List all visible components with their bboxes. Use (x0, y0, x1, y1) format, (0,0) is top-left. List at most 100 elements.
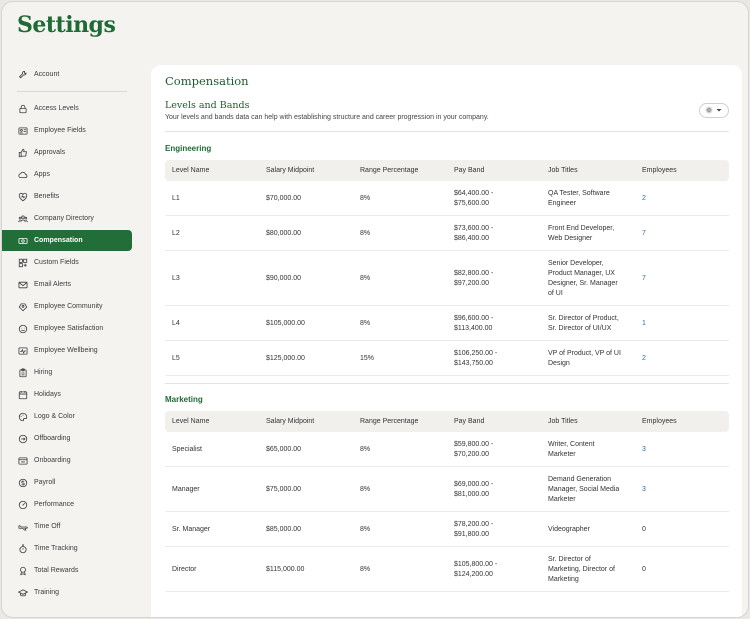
sidebar-item-label: Offboarding (34, 435, 71, 442)
dollar-icon (18, 478, 28, 488)
gauge-icon (18, 500, 28, 510)
sidebar-item-employee-fields[interactable]: Employee Fields (2, 120, 132, 141)
sidebar-item-label: Employee Wellbeing (34, 347, 98, 354)
sidebar-item-performance[interactable]: Performance (2, 494, 132, 515)
cell-line: $97,200.00 (454, 279, 490, 287)
section-divider (165, 131, 729, 132)
table-row[interactable]: Manager $75,000.00 8% $69,000.00 - $81,000.0… (165, 467, 729, 512)
sidebar-item-offboarding[interactable]: Offboarding (2, 428, 132, 449)
table-row[interactable]: Director $115,000.00 8% $105,800.00 - $124,2… (165, 547, 729, 592)
graduation-icon (18, 588, 28, 598)
column-header-pay-band[interactable]: Pay Band (454, 166, 484, 176)
column-header-salary-midpoint[interactable]: Salary Midpoint (266, 417, 314, 427)
sidebar-item-label: Time Tracking (34, 545, 78, 552)
sidebar-item-label: Payroll (34, 479, 56, 486)
sidebar-item-account[interactable]: Account (2, 64, 132, 85)
cell-pay-band: $69,000.00 - $81,000.00 (454, 480, 493, 500)
column-header-pay-band[interactable]: Pay Band (454, 417, 484, 427)
sidebar-item-label: Performance (34, 501, 75, 508)
cell-range-percentage: 8% (360, 229, 371, 237)
app-title: Settings (17, 12, 116, 38)
column-header-salary-midpoint[interactable]: Salary Midpoint (266, 166, 314, 176)
cell-line: VP of Product, VP of UI (548, 349, 621, 357)
sidebar-item-logo-and-color[interactable]: Logo & Color (2, 406, 132, 427)
table-row[interactable]: L2 $80,000.00 8% $73,600.00 - $86,400.00 Fron… (165, 216, 729, 251)
cell-employees[interactable]: 3 (642, 445, 646, 455)
cell-pay-band: $106,250.00 - $143,750.00 (454, 349, 497, 369)
table-row[interactable]: Sr. Manager $85,000.00 8% $78,200.00 - $91,8… (165, 512, 729, 547)
settings-dropdown-button[interactable] (699, 103, 729, 118)
cell-employees[interactable]: 7 (642, 229, 646, 239)
sidebar-item-total-rewards[interactable]: Total Rewards (2, 560, 132, 581)
table-row[interactable]: L1 $70,000.00 8% $64,400.00 - $75,600.00 QA T… (165, 181, 729, 216)
cell-job-titles: Demand Generation Manager, Social Media Ma… (548, 475, 619, 505)
column-header-employees[interactable]: Employees (642, 417, 677, 427)
column-header-job-titles[interactable]: Job Titles (548, 417, 578, 427)
sidebar-item-employee-wellbeing[interactable]: Employee Wellbeing (2, 340, 132, 361)
sidebar-item-custom-fields[interactable]: Custom Fields (2, 252, 132, 273)
column-header-employees[interactable]: Employees (642, 166, 677, 176)
table-row[interactable]: L3 $90,000.00 8% $82,800.00 - $97,200.00 Seni… (165, 251, 729, 306)
column-header-range-percentage[interactable]: Range Percentage (360, 166, 418, 176)
cell-range-percentage: 8% (360, 565, 371, 573)
sidebar-item-holidays[interactable]: Holidays (2, 384, 132, 405)
palette-icon (18, 412, 28, 422)
cell-line: $96,600.00 - (454, 314, 494, 322)
section-title: Levels and Bands (165, 100, 250, 111)
sidebar-item-compensation[interactable]: Compensation (2, 230, 132, 251)
cell-level-name: L2 (172, 229, 180, 237)
cell-level-name: Director (172, 565, 197, 573)
sidebar-item-label: Training (34, 589, 60, 596)
sidebar-item-label: Apps (34, 171, 50, 178)
column-header-job-titles[interactable]: Job Titles (548, 166, 578, 176)
cell-job-titles: Writer, Content Marketer (548, 440, 595, 460)
column-header-level-name[interactable]: Level Name (172, 166, 209, 176)
cell-line: Product Manager, UX (548, 269, 615, 277)
table-row[interactable]: L5 $125,000.00 15% $106,250.00 - $143,750.00… (165, 341, 729, 376)
cell-salary-midpoint: $90,000.00 (266, 274, 302, 282)
cell-employees[interactable]: 7 (642, 274, 646, 284)
cell-employees[interactable]: 2 (642, 194, 646, 204)
sidebar-item-apps[interactable]: Apps (2, 164, 132, 185)
cell-job-titles: QA Tester, Software Engineer (548, 189, 610, 209)
cell-line: QA Tester, Software (548, 189, 610, 197)
sidebar-item-onboarding[interactable]: Onboarding (2, 450, 132, 471)
sidebar-item-time-tracking[interactable]: Time Tracking (2, 538, 132, 559)
cell-salary-midpoint: $105,000.00 (266, 319, 305, 327)
table-row[interactable]: Specialist $65,000.00 8% $59,800.00 - $70,20… (165, 432, 729, 467)
sidebar-item-label: Onboarding (34, 457, 71, 464)
table-header: Level Name Salary Midpoint Range Percentag… (165, 411, 729, 432)
stopwatch-icon (18, 544, 28, 554)
sidebar-item-employee-community[interactable]: Employee Community (2, 296, 132, 317)
cell-level-name: Specialist (172, 445, 202, 453)
sidebar-item-employee-satisfaction[interactable]: Employee Satisfaction (2, 318, 132, 339)
cell-job-titles: VP of Product, VP of UI Design (548, 349, 621, 369)
column-header-level-name[interactable]: Level Name (172, 417, 209, 427)
cell-employees[interactable]: 3 (642, 485, 646, 495)
sidebar-item-approvals[interactable]: Approvals (2, 142, 132, 163)
sidebar-item-company-directory[interactable]: Company Directory (2, 208, 132, 229)
cell-employees[interactable]: 1 (642, 319, 646, 329)
sidebar-item-label: Total Rewards (34, 567, 79, 574)
sidebar-item-label: Logo & Color (34, 413, 75, 420)
sidebar-item-hiring[interactable]: Hiring (2, 362, 132, 383)
sidebar-item-benefits[interactable]: Benefits (2, 186, 132, 207)
cell-line: $64,400.00 - (454, 189, 494, 197)
grid-icon (18, 258, 28, 268)
column-header-range-percentage[interactable]: Range Percentage (360, 417, 418, 427)
heart-icon (18, 192, 28, 202)
cell-employees[interactable]: 2 (642, 354, 646, 364)
sidebar-item-label: Compensation (34, 237, 83, 244)
sidebar-item-email-alerts[interactable]: Email Alerts (2, 274, 132, 295)
cell-line: Demand Generation (548, 475, 612, 483)
sidebar-item-time-off[interactable]: Time Off (2, 516, 132, 537)
sidebar-item-payroll[interactable]: Payroll (2, 472, 132, 493)
sidebar-item-access-levels[interactable]: Access Levels (2, 98, 132, 119)
cell-pay-band: $96,600.00 - $113,400.00 (454, 314, 493, 334)
cell-line: $70,200.00 (454, 450, 490, 458)
table-row[interactable]: L4 $105,000.00 8% $96,600.00 - $113,400.00 Sr… (165, 306, 729, 341)
sidebar-item-training[interactable]: Training (2, 582, 132, 603)
lock-icon (18, 104, 28, 114)
cell-line: $73,600.00 - (454, 224, 494, 232)
sidebar-item-label: Benefits (34, 193, 60, 200)
